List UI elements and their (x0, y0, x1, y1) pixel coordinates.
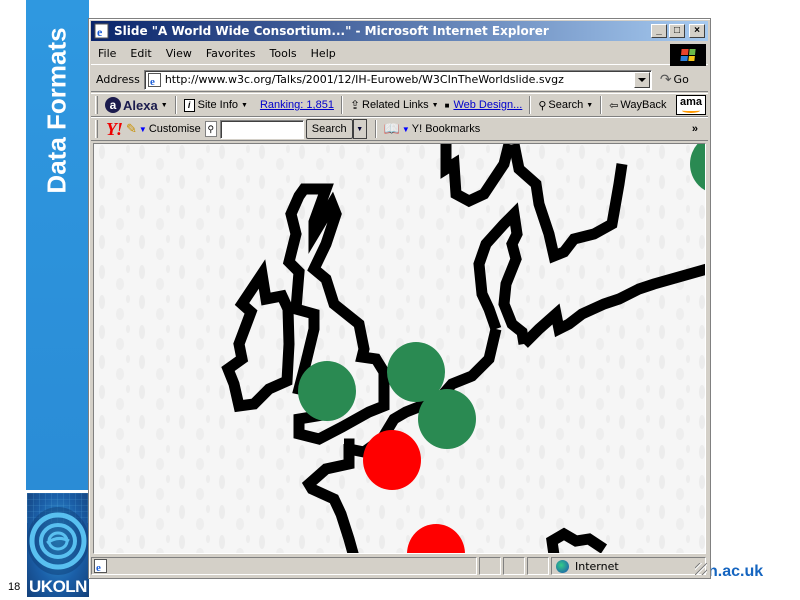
menu-tools[interactable]: Tools (263, 47, 304, 60)
alexa-search-label: Search (548, 99, 584, 111)
related-links-label: Related Links (362, 99, 429, 111)
alexa-search-button[interactable]: ⚲ Search ▼ (535, 99, 596, 112)
yahoo-toolbar: Y! ✎ ▼ Customise ⚲ Search ▼ 📖 ▼ Y! Bookm… (91, 117, 708, 141)
status-bar: e Internet (91, 556, 708, 576)
address-dropdown-button[interactable] (633, 71, 650, 88)
related-links-button[interactable]: ⇪ Related Links ▼ (347, 98, 442, 112)
wayback-button[interactable]: ⇦ WayBack (606, 99, 669, 112)
site-info-label: Site Info (197, 99, 238, 111)
yahoo-search-input[interactable] (219, 119, 304, 139)
security-zone: Internet (551, 557, 706, 575)
logo-text: UKOLN (29, 577, 87, 596)
amazon-button[interactable]: ama (676, 95, 706, 115)
ranking-label: Ranking: 1,851 (259, 99, 334, 111)
bookmarks-label: Y! Bookmarks (411, 123, 481, 135)
info-icon: i (183, 98, 195, 112)
ranking-link[interactable]: Ranking: 1,851 (257, 99, 337, 111)
minimize-button[interactable]: _ (651, 24, 667, 38)
caret-down-icon: ▼ (241, 101, 248, 109)
maximize-button[interactable]: □ (669, 24, 685, 38)
toolbar-overflow-chevron-icon[interactable]: » (692, 123, 698, 135)
menu-help[interactable]: Help (304, 47, 343, 60)
menu-view[interactable]: View (159, 47, 199, 60)
svg-text:e: e (97, 25, 103, 39)
related-links-icon: ⇪ (349, 98, 360, 112)
web-design-label: Web Design... (453, 99, 523, 111)
magnifier-icon: ⚲ (538, 99, 547, 112)
caret-down-icon: ▼ (586, 101, 594, 109)
pencil-icon[interactable]: ✎ (126, 121, 137, 137)
search-key-icon: ⚲ (204, 121, 217, 137)
windows-logo-icon (670, 44, 706, 66)
separator (529, 96, 532, 114)
go-arrow-icon: ↷ (659, 71, 672, 88)
address-input[interactable]: e http://www.w3c.org/Talks/2001/12/IH-Eu… (143, 69, 652, 90)
marker-germany-west[interactable] (418, 389, 476, 449)
address-bar: Address e http://www.w3c.org/Talks/2001/… (91, 68, 708, 92)
separator (374, 120, 377, 138)
go-label: Go (673, 73, 689, 86)
close-button[interactable]: × (689, 24, 705, 38)
toolbar-grip[interactable] (95, 120, 98, 138)
alexa-menu[interactable]: a Alexa ▼ (102, 97, 171, 113)
alexa-toolbar: a Alexa ▼ i Site Info ▼ Ranking: 1,851 ⇪… (91, 93, 708, 117)
status-cell (503, 557, 525, 575)
separator (340, 96, 343, 114)
slide-number: 18 (8, 581, 21, 593)
marker-france-paris[interactable] (363, 430, 421, 490)
address-label: Address (96, 73, 140, 86)
title-bar[interactable]: e Slide "A World Wide Consortium..." - M… (91, 21, 708, 41)
caret-down-icon: ▼ (138, 124, 147, 134)
page-icon: e (147, 72, 161, 87)
status-main: e (91, 557, 477, 575)
slide-title: Data Formats (26, 0, 89, 220)
alexa-logo-icon: a (105, 97, 121, 113)
search-dropdown-button[interactable]: ▼ (352, 119, 367, 139)
separator (174, 96, 177, 114)
svg-text:e: e (96, 562, 101, 573)
slide-title-text: Data Formats (42, 26, 72, 194)
svg-text:e: e (150, 76, 155, 87)
yahoo-search-button[interactable]: Search (305, 119, 353, 139)
go-button[interactable]: ↷ Go (660, 72, 689, 88)
bookmarks-button[interactable]: 📖 ▼ Y! Bookmarks (381, 121, 484, 137)
caret-down-icon: ▼ (431, 101, 439, 109)
toolbar-grip[interactable] (95, 96, 98, 114)
ie-icon: e (94, 23, 109, 39)
site-info-button[interactable]: i Site Info ▼ (181, 98, 251, 112)
status-cell (479, 557, 501, 575)
globe-icon (556, 559, 569, 573)
menu-favorites[interactable]: Favorites (199, 47, 263, 60)
caret-down-icon: ▼ (160, 101, 168, 109)
wayback-label: WayBack (620, 99, 667, 111)
yahoo-logo-icon[interactable]: Y! (106, 119, 123, 140)
alexa-label: Alexa (123, 97, 158, 113)
page-status-icon: e (94, 559, 107, 573)
status-cell (527, 557, 549, 575)
web-design-link[interactable]: ■ Web Design... (442, 99, 526, 111)
svg-map-viewport[interactable] (93, 143, 706, 554)
browser-window: e Slide "A World Wide Consortium..." - M… (88, 18, 711, 579)
wayback-icon: ⇦ (609, 99, 619, 112)
ukoln-logo: UKOLN (27, 493, 89, 597)
customise-button[interactable]: Customise (149, 123, 201, 135)
europe-map (94, 144, 705, 553)
address-url: http://www.w3c.org/Talks/2001/12/IH-Euro… (164, 73, 564, 86)
resize-grip[interactable] (695, 563, 707, 575)
menu-file[interactable]: File (91, 47, 123, 60)
bookmarks-book-icon: 📖 (383, 121, 400, 136)
marker-uk[interactable] (298, 361, 356, 421)
menu-edit[interactable]: Edit (123, 47, 158, 60)
window-title: Slide "A World Wide Consortium..." - Mic… (114, 24, 549, 38)
menu-bar: File Edit View Favorites Tools Help (91, 43, 708, 66)
separator (600, 96, 603, 114)
caret-down-icon: ▼ (401, 124, 410, 134)
zone-label: Internet (575, 559, 619, 573)
footer-url[interactable]: n.ac.uk (708, 563, 763, 581)
bullet-icon: ■ (444, 100, 450, 110)
